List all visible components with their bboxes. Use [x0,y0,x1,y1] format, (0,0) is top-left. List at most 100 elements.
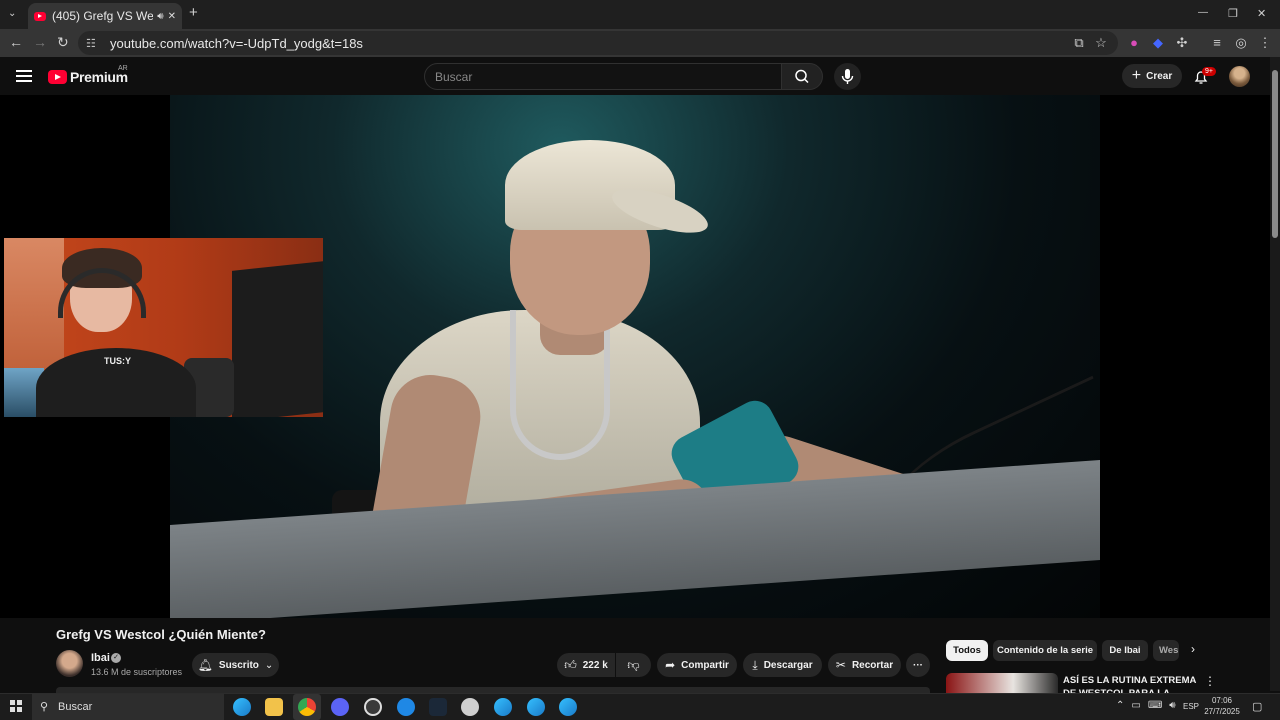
download-icon: ⤓ [752,657,758,672]
discord-app-icon[interactable] [331,698,349,716]
tab-title: (405) Grefg VS Westcol ¿Qu [52,9,154,23]
edge-app-icon-4[interactable] [559,698,577,716]
close-window-button[interactable]: ✕ [1257,7,1266,21]
tray-chevron-up-icon[interactable]: ⌃ [1116,700,1124,711]
share-icon: ➦ [665,658,676,672]
like-button[interactable]: 👍︎ 222 k [557,653,615,677]
account-avatar[interactable] [1229,66,1250,87]
tab-search-icon[interactable]: ⌄ [8,7,16,21]
youtube-premium-logo[interactable]: Premium AR [48,65,128,85]
channel-avatar[interactable] [56,650,83,677]
profile-icon[interactable]: ◎ [1233,35,1249,51]
chip-todos[interactable]: Todos [946,640,988,661]
tray-display-icon[interactable]: ▭ [1131,700,1140,711]
edge-app-icon-2[interactable] [494,698,512,716]
notification-center-icon[interactable]: ▢ [1252,700,1262,713]
scrollbar-thumb[interactable] [1272,70,1278,238]
download-label: Descargar [763,659,813,671]
chevron-down-icon: ⌄ [264,659,274,671]
youtube-favicon-icon [34,11,46,21]
streamer-webcam-overlay: TUS:Y [4,238,323,417]
country-code: AR [118,65,128,72]
steam-app-icon[interactable] [429,698,447,716]
create-button[interactable]: + Crear [1122,64,1182,88]
browser-tab-active[interactable]: (405) Grefg VS Westcol ¿Qu 🔊︎ ✕ [28,3,182,29]
recommended-video-thumbnail[interactable] [946,673,1058,693]
edge-app-icon[interactable] [233,698,251,716]
share-label: Compartir [681,659,729,671]
chevron-right-icon[interactable]: › [1191,642,1195,656]
extension-shield-icon[interactable]: ◆ [1150,35,1166,51]
recommended-video-title[interactable]: ASÍ ES LA RUTINA EXTREMA DE WESTCOL PARA… [1063,674,1203,693]
video-title: Grefg VS Westcol ¿Quién Miente? [56,627,266,642]
input-language[interactable]: ESP [1183,702,1199,711]
browser-toolbar: ← → ↻ ☷ youtube.com/watch?v=-UdpTd_yodg&… [0,29,1280,57]
clock-date: 27/7/2025 [1204,707,1240,716]
create-label: Crear [1146,70,1173,82]
file-explorer-icon[interactable] [265,698,283,716]
speaker-icon[interactable]: 🔊︎ [157,11,163,22]
hamburger-icon[interactable] [16,70,32,82]
back-icon[interactable]: ← [9,35,23,49]
app-icon-white[interactable] [461,698,479,716]
scissors-icon: ✂ [835,658,846,672]
taskbar-clock[interactable]: 07:06 27/7/2025 [1204,695,1240,717]
extensions-puzzle-icon[interactable]: ✣ [1174,35,1190,51]
windows-start-icon[interactable] [10,700,22,712]
obs-app-icon[interactable] [364,698,382,716]
address-bar[interactable]: ☷ youtube.com/watch?v=-UdpTd_yodg&t=18s [78,31,1118,55]
taskbar-search-icon: ⚲ [40,701,49,713]
mic-icon [841,69,854,84]
voice-search-button[interactable] [834,63,861,90]
browser-tab-bar: ⌄ (405) Grefg VS Westcol ¿Qu 🔊︎ ✕ + — ❐ … [0,0,1280,29]
media-control-icon[interactable]: ≡ [1209,35,1225,51]
app-icon-blue[interactable] [397,698,415,716]
close-tab-icon[interactable]: ✕ [168,11,176,22]
install-app-icon[interactable]: ⧉ [1071,35,1087,51]
volume-icon[interactable]: 🔊︎ [1169,700,1175,711]
notification-badge: 9+ [1202,67,1216,76]
chip-westcol[interactable]: Wes [1153,640,1179,661]
system-tray: ⌃ ▭ ⌨ 🔊︎ [1116,700,1176,711]
recommended-more-icon[interactable]: ⋮ [1204,674,1216,688]
monitor-shape [232,261,323,417]
bell-icon: 🔔︎ [197,658,213,672]
dislike-button[interactable]: 👎︎ [616,653,651,677]
browser-menu-icon[interactable]: ⋮ [1257,35,1273,51]
more-actions-button[interactable]: ··· [906,653,930,677]
clip-label: Recortar [851,659,894,671]
minimize-button[interactable]: — [1198,6,1208,20]
youtube-header: Premium AR Buscar + Crear 9+ [0,57,1270,95]
share-button[interactable]: ➦ Compartir [657,653,737,677]
chip-from-ibai[interactable]: De Ibai [1102,640,1148,661]
bookmark-star-icon[interactable]: ☆ [1093,35,1109,51]
verified-badge-icon: ✓ [111,653,121,663]
site-settings-icon[interactable]: ☷ [86,37,100,50]
search-input[interactable]: Buscar [424,63,782,90]
subscribed-label: Suscrito [218,659,259,671]
chip-series-content[interactable]: Contenido de la serie [993,640,1097,661]
like-icon: 👍︎ [564,657,577,672]
url-text: youtube.com/watch?v=-UdpTd_yodg&t=18s [110,35,363,51]
like-count: 222 k [582,659,608,671]
subscribed-button[interactable]: 🔔︎ Suscrito ⌄ [192,653,279,677]
clip-button[interactable]: ✂ Recortar [828,653,901,677]
edge-app-icon-3[interactable] [527,698,545,716]
network-icon[interactable]: ⌨ [1148,700,1162,711]
subscriber-count: 13.6 M de suscriptores [91,667,183,677]
taskbar-search-input[interactable]: Buscar [32,694,224,720]
search-button[interactable] [781,63,823,90]
shirt-text: TUS:Y [104,356,131,366]
youtube-play-logo-icon [48,70,67,84]
search-icon [795,69,809,84]
restore-button[interactable]: ❐ [1228,7,1238,21]
plus-icon: + [1131,67,1142,84]
reload-icon[interactable]: ↻ [57,35,69,49]
forward-icon[interactable]: → [33,35,47,49]
new-tab-button[interactable]: + [189,5,198,20]
extension-pink-icon[interactable]: ● [1126,35,1142,51]
download-button[interactable]: ⤓ Descargar [743,653,822,677]
channel-name[interactable]: Ibai [91,652,110,664]
chrome-app-icon[interactable] [298,698,316,716]
dislike-icon: 👎︎ [627,657,640,672]
